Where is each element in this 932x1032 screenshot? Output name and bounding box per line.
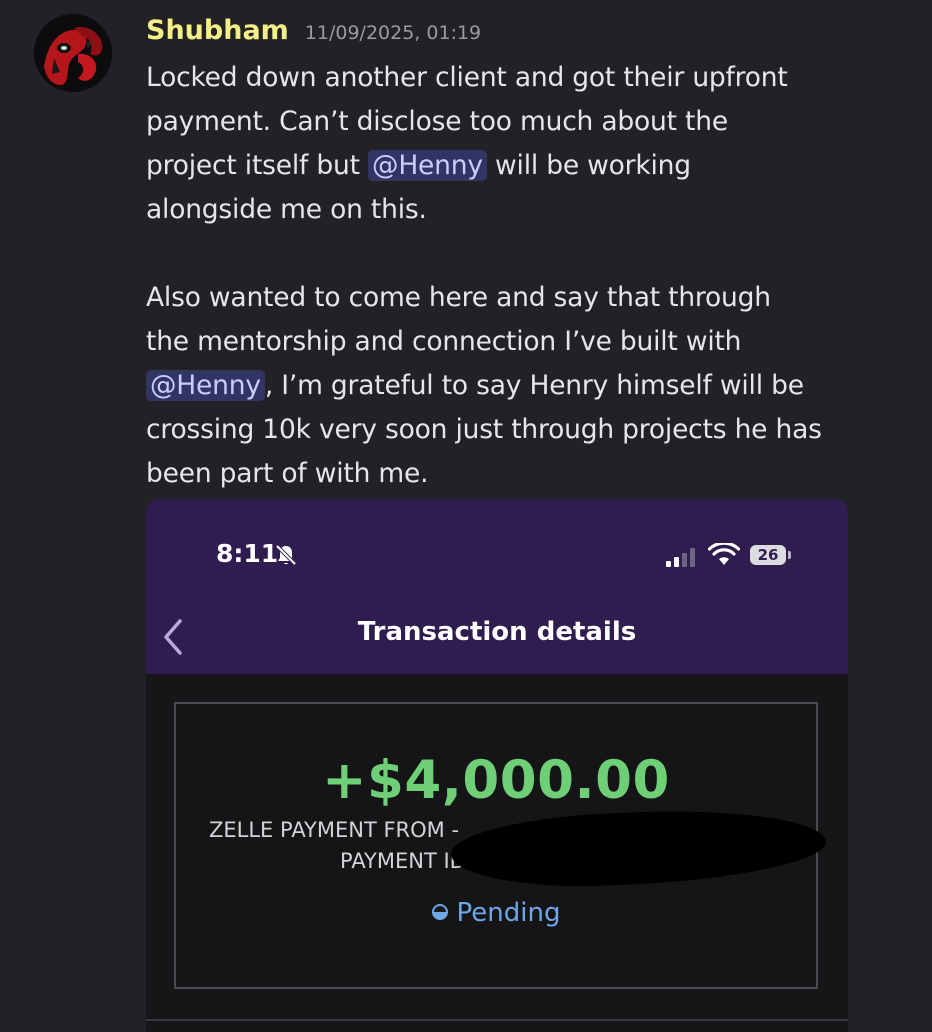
message-line: alongside me on this. [146, 194, 427, 225]
avatar[interactable] [34, 14, 112, 92]
transaction-card: +$4,000.00 ZELLE PAYMENT FROM - PAYMENT … [174, 702, 828, 989]
message-line: been part of with me. [146, 458, 429, 489]
message-header: Shubham 11/09/2025, 01:19 [146, 15, 481, 51]
divider [146, 1019, 848, 1021]
message-line: project itself but @Henny will be workin… [146, 144, 866, 188]
message-line: payment. Can’t disclose too much about t… [146, 106, 728, 137]
message-content: Locked down another client and got their… [146, 56, 866, 496]
message-text: , I’m grateful to say Henry himself will… [264, 370, 804, 401]
message-line: @Henny, I’m grateful to say Henry himsel… [146, 364, 866, 408]
payment-id: PAYMENT ID [340, 849, 466, 873]
pending-icon [431, 904, 448, 920]
message-line: Locked down another client and got their… [146, 62, 788, 93]
chat-message: Shubham 11/09/2025, 01:19 Locked down an… [0, 0, 932, 1032]
deadpool-avatar-icon [34, 14, 112, 92]
message-text: project itself but [146, 150, 369, 181]
timestamp: 11/09/2025, 01:19 [304, 22, 482, 44]
transaction-status: Pending [176, 898, 816, 928]
status-bar-time: 8:11 [216, 539, 279, 568]
bell-slash-icon [275, 544, 297, 566]
phone-header: 8:11 26 Transaction details [146, 499, 848, 674]
image-attachment[interactable]: 8:11 26 Transaction details +$4,000.00 Z… [146, 499, 848, 1032]
message-line: crossing 10k very soon just through proj… [146, 414, 822, 445]
transaction-amount: +$4,000.00 [322, 750, 670, 811]
mention-henny[interactable]: @Henny [146, 370, 265, 401]
battery-icon: 26 [750, 545, 786, 565]
message-text: will be working [486, 150, 691, 181]
username[interactable]: Shubham [146, 15, 289, 46]
message-line: Also wanted to come here and say that th… [146, 282, 771, 313]
nav-title: Transaction details [357, 617, 637, 647]
transaction-memo: ZELLE PAYMENT FROM - [209, 818, 460, 842]
battery-tip [788, 551, 791, 559]
signal-icon [666, 548, 695, 567]
wifi-icon [708, 543, 740, 565]
status-label: Pending [456, 898, 561, 928]
mention-henny[interactable]: @Henny [368, 150, 487, 181]
redaction-scribble [478, 842, 678, 886]
message-line: the mentorship and connection I’ve built… [146, 326, 742, 357]
